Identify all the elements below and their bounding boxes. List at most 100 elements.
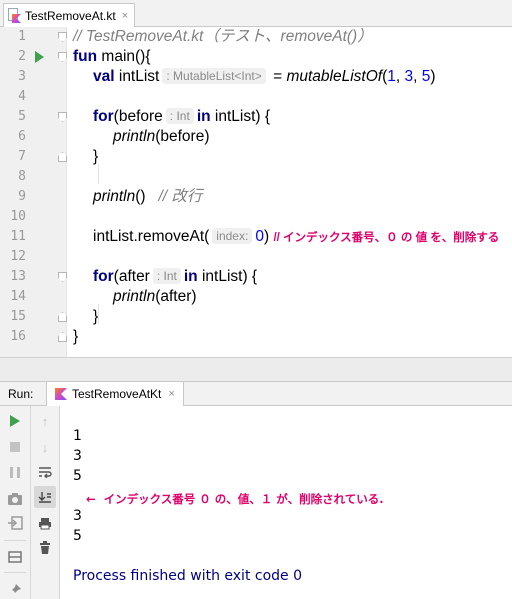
fold-icon[interactable] [58,332,67,342]
code-text: intList) { [210,108,271,125]
run-tab-label: TestRemoveAtKt [72,387,162,401]
panel-divider[interactable] [0,357,512,381]
code-line-4: 4 [0,87,512,107]
code-line-11: 11 intList.removeAt(index: 0) // インデックス番号… [0,227,512,247]
code-comment: // TestRemoveAt.kt（テスト、removeAt()） [73,28,373,45]
run-toolbar-primary [0,406,31,599]
line-number: 6 [18,129,26,144]
print-button[interactable] [34,512,56,534]
toolbar-separator [4,572,26,573]
editor-tab-bar: TestRemoveAt.kt × [0,0,512,27]
close-icon[interactable]: × [122,10,128,22]
line-number: 11 [10,229,26,244]
pin-button[interactable] [4,579,26,599]
code-line-10: 10 [0,207,512,227]
rerun-button[interactable] [4,410,26,432]
code-line-9: 9 println() // 改行 [0,187,512,207]
function-call: println [113,128,156,145]
fold-icon[interactable] [58,272,67,282]
run-label: Run: [8,387,34,401]
code-line-14: 14 println(after) [0,287,512,307]
keyword: for [93,108,114,125]
code-text: main(){ [97,48,151,65]
fold-icon[interactable] [58,32,67,42]
toolbar-separator [4,540,26,541]
play-icon [10,415,20,427]
scroll-down-button[interactable]: ↓ [34,436,56,458]
line-number: 14 [10,289,26,304]
layout-icon [8,551,22,563]
console-annotation: ← インデックス番号 ０ の、値、１ が、削除されている. [86,492,384,506]
stop-icon [10,442,20,452]
console-line: 3 [73,448,82,464]
run-gutter-icon[interactable] [35,51,44,63]
line-number: 1 [18,29,26,44]
soft-wrap-icon [39,467,52,478]
code-text: } [93,148,99,165]
line-number: 4 [18,89,26,104]
line-number: 13 [10,269,26,284]
run-panel: ↑ ↓ 1 3 5 ← インデックス番号 ０ の、値、１ が、削除されている. … [0,406,512,599]
code-text: () [135,188,146,205]
console-line: 5 [73,528,82,544]
close-icon[interactable]: × [168,388,174,400]
fold-icon[interactable] [58,152,67,162]
console-line: 5 [73,468,82,484]
code-line-8: 8 [0,167,512,187]
code-text: intList [114,68,160,85]
soft-wrap-button[interactable] [34,461,56,483]
scroll-to-end-button[interactable] [34,486,56,508]
dump-threads-button[interactable] [4,488,26,510]
pause-icon [10,466,20,478]
line-number: 3 [18,69,26,84]
run-tool-header: Run: TestRemoveAtKt × [0,381,512,406]
layout-button[interactable] [4,546,26,568]
scroll-up-button[interactable]: ↑ [34,410,56,432]
fold-icon[interactable] [58,112,67,122]
line-number: 5 [18,109,26,124]
fold-icon[interactable] [58,312,67,322]
exit-button[interactable] [4,512,26,534]
keyword: in [196,108,211,125]
code-editor[interactable]: 1 // TestRemoveAt.kt（テスト、removeAt()） 2 f… [0,27,512,357]
keyword: val [93,68,115,85]
code-text: = [268,68,287,85]
function-call: println [113,288,156,305]
stop-button[interactable] [4,436,26,458]
pin-icon [9,584,21,596]
arrow-down-icon: ↓ [41,439,49,455]
line-number: 12 [10,249,26,264]
code-line-13: 13 for(after: Int in intList) { [0,267,512,287]
kotlin-icon [55,388,67,400]
pause-button[interactable] [4,461,26,483]
function-call: mutableListOf [286,68,383,85]
scroll-to-end-icon [38,492,51,503]
line-number: 9 [18,189,26,204]
code-text: ) [263,228,270,245]
arrow-up-icon: ↑ [41,413,49,429]
exit-message: Process finished with exit code 0 [73,568,303,584]
trash-icon [40,541,50,554]
number-literal: 3 [404,68,414,85]
print-icon [39,517,51,529]
line-number: 16 [10,329,26,344]
code-line-3: 3 val intList: MutableList<Int> = mutabl… [0,67,512,87]
clear-all-button[interactable] [34,537,56,559]
annotation-comment: // インデックス番号、０ の 値 を、削除する [273,232,500,244]
type-hint: : Int [165,108,194,124]
kotlin-file-icon [8,8,21,23]
code-line-16: 16 } [0,327,512,347]
fold-icon[interactable] [58,52,67,62]
editor-tab-testremoveat[interactable]: TestRemoveAt.kt × [3,3,136,27]
keyword: in [183,268,198,285]
type-hint: : Int [152,268,181,284]
code-line-7: 7 } [0,147,512,167]
line-number: 7 [18,149,26,164]
code-text: (before [113,108,163,125]
keyword: for [93,268,114,285]
parameter-hint: index: [212,228,253,244]
code-text: , [395,68,405,85]
line-number: 2 [18,49,26,64]
code-comment: // 改行 [158,188,203,205]
run-tab-testremoveatkt[interactable]: TestRemoveAtKt × [46,382,184,406]
